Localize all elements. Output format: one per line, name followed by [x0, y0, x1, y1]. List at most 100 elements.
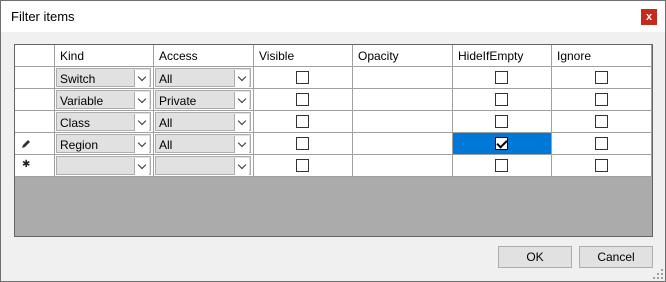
ignore-checkbox[interactable]: [594, 92, 608, 106]
cell-access: [154, 155, 254, 177]
table-row: Switch All: [15, 67, 652, 89]
column-header-opacity[interactable]: Opacity: [353, 45, 453, 67]
filter-grid: Kind Access Visible Opacity HideIfEmpty Ignor…: [14, 44, 653, 237]
cell-hide-if-empty: [453, 111, 552, 133]
visible-checkbox[interactable]: [296, 114, 309, 128]
hide-if-empty-checkbox[interactable]: [495, 92, 508, 106]
column-header-label: Access: [159, 49, 198, 63]
chevron-down-icon[interactable]: [134, 70, 149, 87]
title-bar: Filter items x: [1, 1, 665, 32]
cell-access: All: [154, 67, 254, 89]
chevron-down-icon[interactable]: [134, 114, 149, 131]
chevron-down-icon[interactable]: [134, 158, 149, 175]
kind-value: Variable: [60, 94, 104, 108]
kind-value: Class: [60, 116, 91, 130]
chevron-down-icon[interactable]: [234, 114, 249, 131]
chevron-down-icon[interactable]: [134, 92, 149, 109]
kind-dropdown[interactable]: [56, 156, 151, 175]
cell-hide-if-empty: [453, 67, 552, 89]
column-header-label: Visible: [259, 49, 295, 63]
chevron-down-icon[interactable]: [234, 70, 249, 87]
ignore-checkbox[interactable]: [594, 136, 608, 150]
access-value: All: [159, 138, 173, 152]
cell-ignore: [552, 155, 652, 177]
cell-hide-if-empty: [453, 155, 552, 177]
cell-visible: [254, 89, 353, 111]
access-dropdown[interactable]: [155, 156, 251, 175]
close-button[interactable]: x: [641, 9, 657, 25]
cell-hide-if-empty: [453, 133, 552, 155]
cell-kind: Region: [55, 133, 154, 155]
cell-visible: [254, 111, 353, 133]
visible-checkbox[interactable]: [296, 158, 309, 172]
column-header-label: Opacity: [358, 49, 399, 63]
grid-header-row: Kind Access Visible Opacity HideIfEmpty Ignor…: [15, 45, 652, 67]
column-header-label: Kind: [60, 49, 85, 63]
cancel-button[interactable]: Cancel: [579, 246, 653, 268]
cell-ignore: [552, 111, 652, 133]
column-header-access[interactable]: Access: [154, 45, 254, 67]
new-row-icon: ✱: [22, 159, 31, 170]
cell-kind: [55, 155, 154, 177]
column-header-label: Ignore: [557, 49, 592, 63]
hide-if-empty-checkbox[interactable]: [495, 136, 508, 150]
kind-dropdown[interactable]: Switch: [56, 68, 151, 87]
chevron-down-icon[interactable]: [234, 158, 249, 175]
hide-if-empty-checkbox[interactable]: [495, 114, 508, 128]
table-row: Variable Private: [15, 89, 652, 111]
access-value: Private: [159, 94, 197, 108]
cell-ignore: [552, 67, 652, 89]
access-dropdown[interactable]: All: [155, 68, 251, 87]
chevron-down-icon[interactable]: [134, 136, 149, 153]
cell-access: All: [154, 133, 254, 155]
table-row: ✱: [15, 155, 652, 177]
access-dropdown[interactable]: All: [155, 134, 251, 153]
row-header[interactable]: ✱: [15, 155, 55, 177]
hide-if-empty-checkbox[interactable]: [495, 158, 508, 172]
cell-opacity[interactable]: [353, 67, 453, 89]
row-header[interactable]: [15, 89, 55, 111]
resize-grip-icon[interactable]: [653, 269, 663, 279]
table-row: Region All: [15, 133, 652, 155]
column-header-visible[interactable]: Visible: [254, 45, 353, 67]
column-header-label: HideIfEmpty: [458, 49, 524, 63]
cell-kind: Switch: [55, 67, 154, 89]
filter-items-dialog: Filter items x Kind Access Visible Opacity H…: [0, 0, 666, 282]
cell-visible: [254, 133, 353, 155]
ignore-checkbox[interactable]: [594, 114, 608, 128]
cell-opacity[interactable]: [353, 111, 453, 133]
cell-opacity[interactable]: [353, 155, 453, 177]
access-dropdown[interactable]: Private: [155, 90, 251, 109]
cell-access: Private: [154, 89, 254, 111]
cell-opacity[interactable]: [353, 133, 453, 155]
ok-button[interactable]: OK: [498, 246, 572, 268]
kind-dropdown[interactable]: Class: [56, 112, 151, 131]
access-value: All: [159, 72, 173, 86]
kind-dropdown[interactable]: Region: [56, 134, 151, 153]
cell-visible: [254, 67, 353, 89]
cell-opacity[interactable]: [353, 89, 453, 111]
row-header[interactable]: [15, 133, 55, 155]
chevron-down-icon[interactable]: [234, 136, 249, 153]
table-row: Class All: [15, 111, 652, 133]
cell-kind: Class: [55, 111, 154, 133]
hide-if-empty-checkbox[interactable]: [495, 70, 508, 84]
kind-value: Switch: [60, 72, 96, 86]
visible-checkbox[interactable]: [296, 136, 309, 150]
cell-kind: Variable: [55, 89, 154, 111]
dialog-title: Filter items: [11, 9, 75, 24]
row-header[interactable]: [15, 67, 55, 89]
ignore-checkbox[interactable]: [594, 158, 608, 172]
column-header-hide-if-empty[interactable]: HideIfEmpty: [453, 45, 552, 67]
kind-value: Region: [60, 138, 99, 152]
column-header-kind[interactable]: Kind: [55, 45, 154, 67]
chevron-down-icon[interactable]: [234, 92, 249, 109]
visible-checkbox[interactable]: [296, 70, 309, 84]
ignore-checkbox[interactable]: [594, 70, 608, 84]
access-dropdown[interactable]: All: [155, 112, 251, 131]
visible-checkbox[interactable]: [296, 92, 309, 106]
access-value: All: [159, 116, 173, 130]
column-header-ignore[interactable]: Ignore: [552, 45, 652, 67]
kind-dropdown[interactable]: Variable: [56, 90, 151, 109]
row-header[interactable]: [15, 111, 55, 133]
